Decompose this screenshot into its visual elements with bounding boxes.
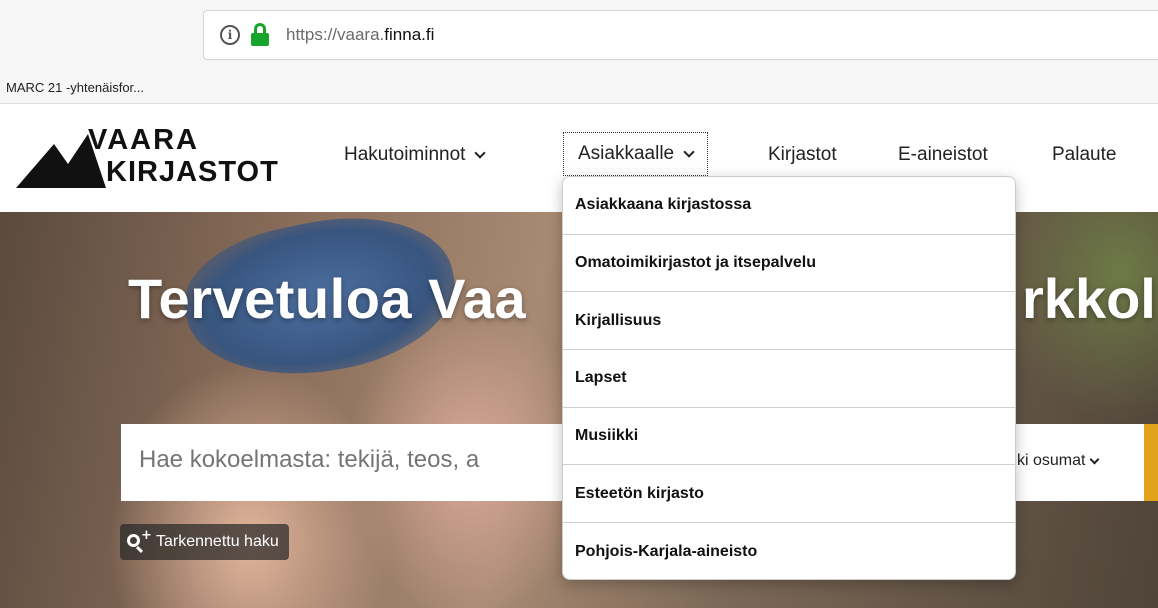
browser-toolbar: i https://vaara.finna.fi xyxy=(0,0,1158,72)
url-bar[interactable]: i https://vaara.finna.fi xyxy=(203,10,1158,60)
search-button[interactable] xyxy=(1144,424,1158,501)
menu-item-asiakkaana-kirjastossa[interactable]: Asiakkaana kirjastossa xyxy=(563,177,1015,235)
chevron-down-icon xyxy=(474,146,487,159)
url-domain: finna.fi xyxy=(384,25,435,44)
hero-title: Tervetuloa Vaa xyxy=(128,267,527,330)
asiakkaalle-dropdown-menu: Asiakkaana kirjastossa Omatoimikirjastot… xyxy=(562,176,1016,580)
logo-text-line2: KIRJASTOT xyxy=(106,156,279,188)
chevron-down-icon xyxy=(683,145,695,158)
nav-kirjastot[interactable]: Kirjastot xyxy=(768,144,837,166)
nav-e-aineistot[interactable]: E-aineistot xyxy=(898,144,988,166)
bookmark-item[interactable]: MARC 21 -yhtenäisfor... xyxy=(6,80,144,95)
nav-label: Asiakkaalle xyxy=(578,143,675,164)
lock-icon[interactable] xyxy=(250,23,270,47)
menu-item-kirjallisuus[interactable]: Kirjallisuus xyxy=(563,292,1015,351)
nav-hakutoiminnot[interactable]: Hakutoiminnot xyxy=(344,144,487,166)
logo-text-line1: VAARA xyxy=(88,124,199,156)
nav-asiakkaalle[interactable]: Asiakkaalle xyxy=(563,132,709,176)
nav-label: E-aineistot xyxy=(898,144,988,165)
logo[interactable]: VAARA KIRJASTOT xyxy=(16,124,296,194)
advanced-search-link[interactable]: + Tarkennettu haku xyxy=(120,524,289,560)
nav-palaute[interactable]: Palaute xyxy=(1052,144,1116,166)
url-text[interactable]: https://vaara.finna.fi xyxy=(286,25,434,45)
nav-label: Palaute xyxy=(1052,144,1117,165)
url-prefix: https://vaara. xyxy=(286,25,385,44)
search-scope-select[interactable]: ki osumat xyxy=(1017,452,1100,470)
hero-title-continued: rkkol xyxy=(1022,267,1156,330)
menu-item-lapset[interactable]: Lapset xyxy=(563,350,1015,408)
nav-label: Hakutoiminnot xyxy=(344,144,466,165)
chevron-down-icon xyxy=(1090,454,1100,464)
menu-item-musiikki[interactable]: Musiikki xyxy=(563,408,1015,466)
menu-item-pohjois-karjala-aineisto[interactable]: Pohjois-Karjala-aineisto xyxy=(563,523,1015,579)
info-icon[interactable]: i xyxy=(220,25,240,45)
search-scope-label: ki osumat xyxy=(1017,452,1086,469)
search-plus-icon: + xyxy=(126,528,152,554)
nav-label: Kirjastot xyxy=(768,144,837,165)
menu-item-omatoimikirjastot[interactable]: Omatoimikirjastot ja itsepalvelu xyxy=(563,235,1015,293)
menu-item-esteeton-kirjasto[interactable]: Esteetön kirjasto xyxy=(563,465,1015,524)
bookmarks-bar: MARC 21 -yhtenäisfor... xyxy=(0,72,1158,104)
advanced-search-label: Tarkennettu haku xyxy=(156,533,279,550)
